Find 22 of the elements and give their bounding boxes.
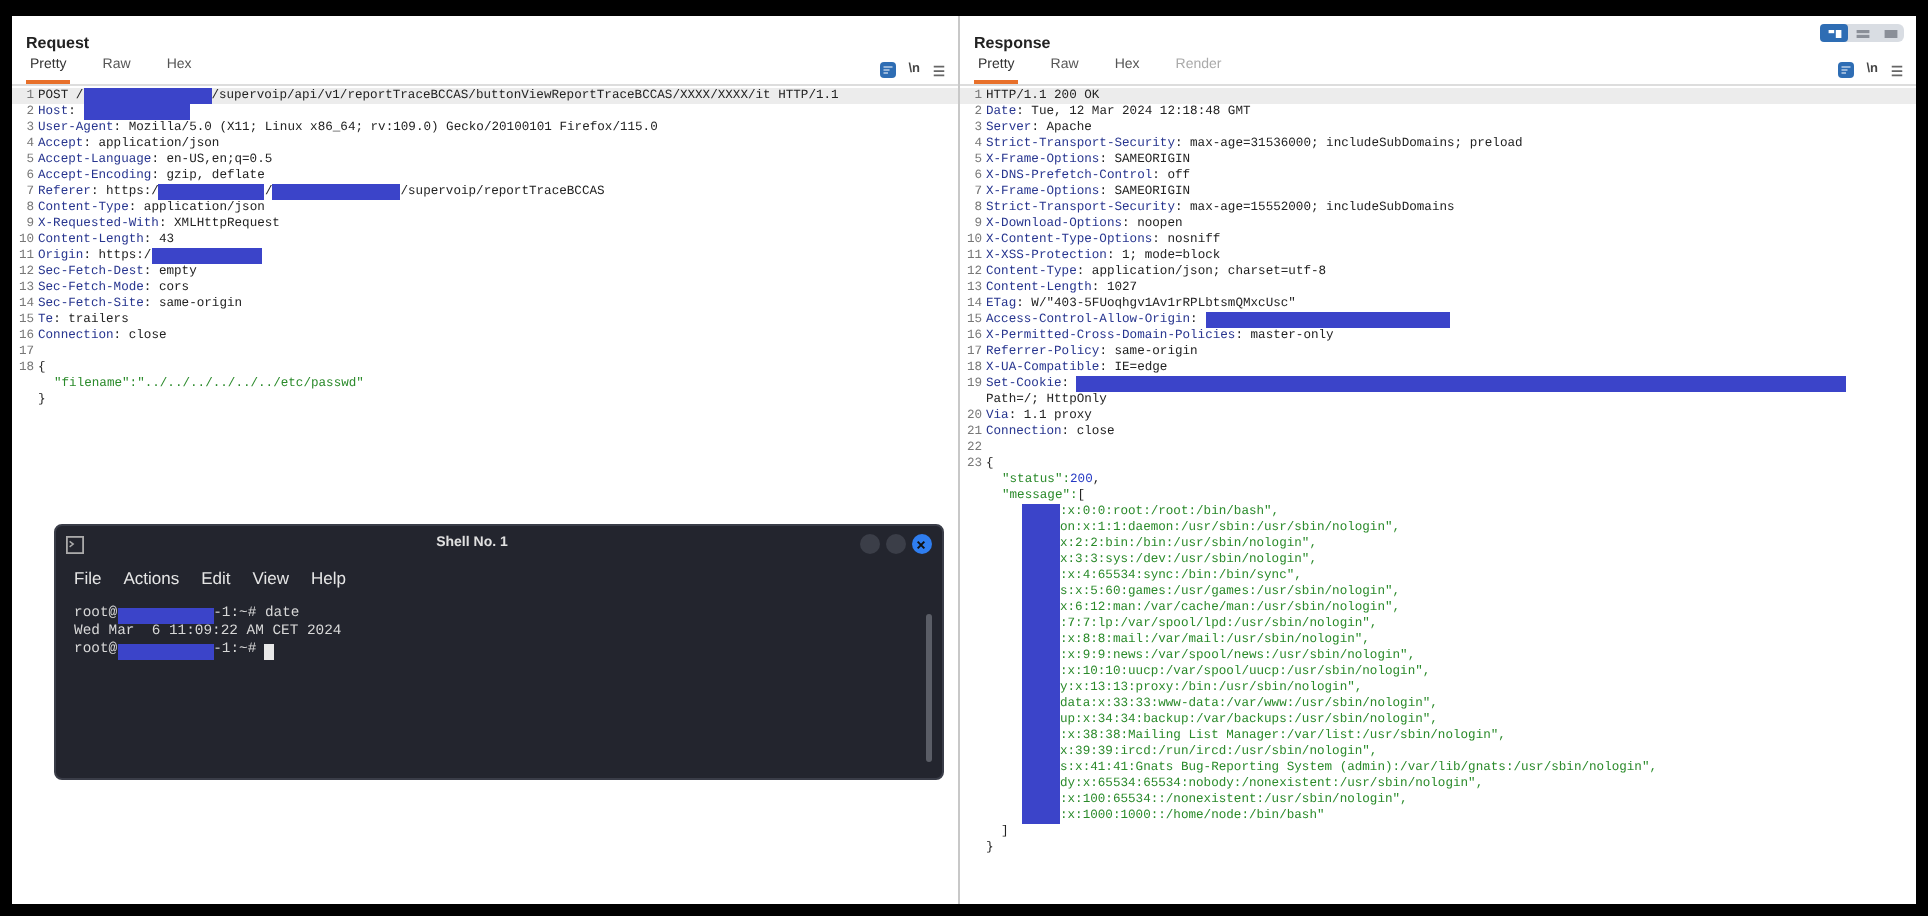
- menu-item[interactable]: Help: [311, 565, 346, 591]
- redaction-bar: [272, 184, 401, 200]
- menu-icon[interactable]: [932, 63, 946, 78]
- close-button[interactable]: [911, 534, 932, 554]
- text-cursor: [264, 643, 275, 659]
- scrollbar[interactable]: [926, 614, 932, 762]
- panel-title: Request: [26, 32, 90, 56]
- menu-item[interactable]: File: [74, 565, 102, 591]
- panel-title: Response: [974, 32, 1051, 56]
- redaction-bar: [151, 248, 262, 264]
- menu-icon[interactable]: [1890, 63, 1904, 78]
- wrap-icon[interactable]: [1838, 62, 1855, 79]
- layout-split-icon[interactable]: [1820, 24, 1848, 42]
- terminal-icon: [66, 535, 84, 553]
- wrap-icon[interactable]: [880, 62, 897, 79]
- redaction-bar: [117, 607, 214, 623]
- menu-item[interactable]: Edit: [201, 565, 231, 591]
- redaction-bar: [117, 643, 214, 659]
- redaction-bar: [158, 184, 265, 200]
- menu-item[interactable]: Actions: [123, 565, 180, 591]
- close-icon[interactable]: [916, 539, 927, 549]
- menu-item[interactable]: View: [252, 565, 290, 591]
